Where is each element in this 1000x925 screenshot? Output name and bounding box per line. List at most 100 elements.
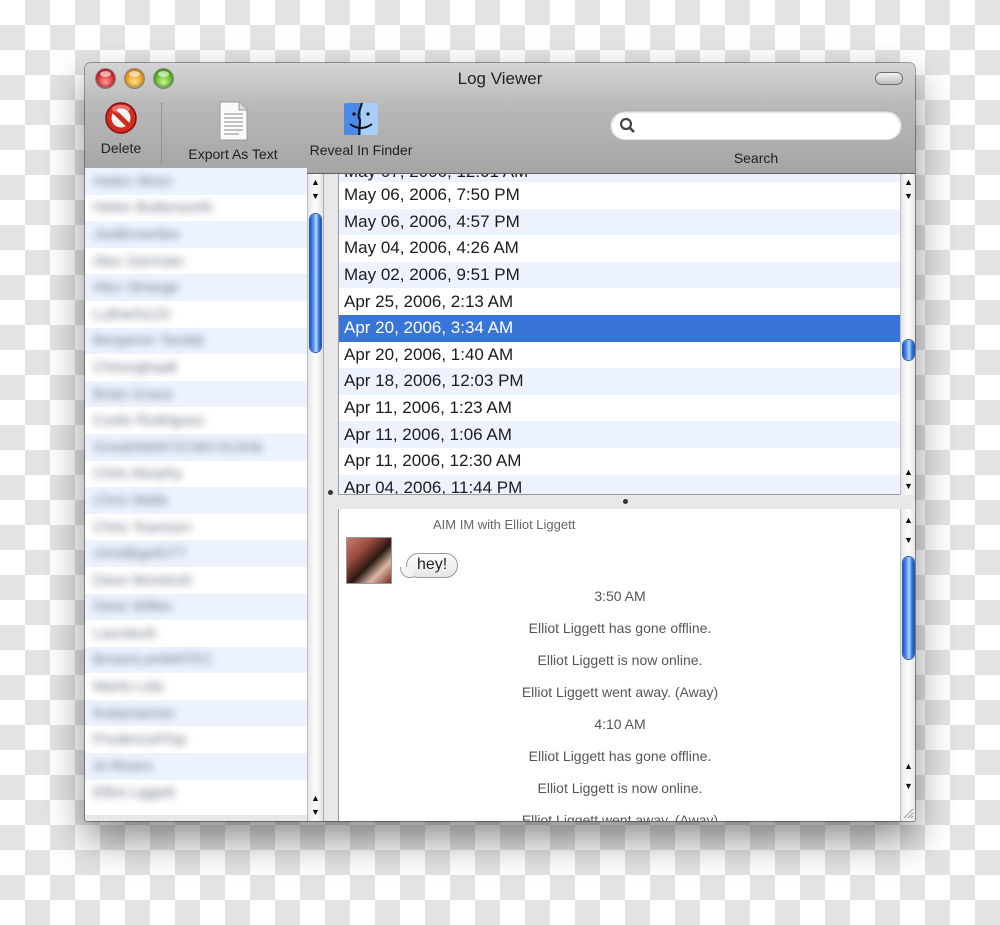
splitter-grip-icon (623, 499, 628, 504)
log-dates-scroll-thumb[interactable] (903, 340, 914, 360)
scroll-down-arrow-icon[interactable]: ▼ (308, 189, 323, 203)
delete-label: Delete (100, 140, 142, 156)
log-date-row[interactable]: Apr 18, 2006, 12:03 PM (339, 368, 901, 395)
contact-name: lindamanner (93, 704, 176, 722)
text-document-icon (219, 101, 248, 141)
sidebar-splitter[interactable] (323, 174, 338, 821)
contact-list-item[interactable]: Chrisoghaalt (85, 354, 307, 381)
scroll-up-arrow-icon[interactable]: ▲ (308, 791, 323, 805)
contact-name: Maria Lola (93, 678, 164, 696)
search-input[interactable] (642, 114, 896, 138)
scroll-down-arrow-icon[interactable]: ▼ (901, 189, 915, 203)
contact-name: Lauraturk (93, 624, 157, 642)
finder-icon (344, 102, 378, 136)
contact-list-item[interactable]: Dave Mcintosh (85, 567, 307, 594)
contacts-list[interactable]: Helen Wren Helen Butterworth JoeBrownlee Al… (85, 168, 307, 815)
scroll-up-arrow-icon[interactable]: ▲ (901, 465, 915, 479)
toolbar-toggle-button[interactable] (875, 72, 903, 85)
contact-list-item[interactable]: Alex Germain (85, 248, 307, 275)
scroll-up-arrow-icon[interactable]: ▲ (901, 175, 915, 189)
export-as-text-label: Export As Text (188, 146, 278, 162)
scroll-up-arrow-icon[interactable]: ▲ (901, 759, 915, 773)
contact-name: Curtis Rodriguez (93, 412, 205, 430)
log-date-row[interactable]: Apr 20, 2006, 1:40 AM (339, 342, 901, 369)
contact-list-item[interactable]: BrownLeeWATEC (85, 646, 307, 674)
export-as-text-button[interactable]: Export As Text (177, 100, 289, 162)
contact-list-item[interactable]: Dave Willes (85, 593, 307, 621)
contact-name: Elliot Liggett (93, 784, 175, 802)
log-date-row[interactable]: Apr 11, 2006, 1:06 AM (339, 421, 901, 448)
log-date-row[interactable]: Apr 04, 2006, 11:44 PM (339, 474, 901, 494)
contact-list-item[interactable]: Chris Walls (85, 487, 307, 514)
chat-status-line: Elliot Liggett went away. (Away) (521, 812, 719, 821)
contact-list-item[interactable]: GreatAMAFXCMCOLlimk (85, 433, 307, 461)
chat-status-line: Elliot Liggett went away. (Away) (521, 684, 719, 700)
message-bubble: hey! (399, 553, 459, 578)
contact-name: Chrisoghaalt (93, 358, 178, 376)
resize-grip-icon[interactable] (902, 807, 914, 819)
log-date-row[interactable]: May 02, 2006, 9:51 PM (339, 261, 901, 289)
scroll-up-arrow-icon[interactable]: ▲ (901, 513, 915, 527)
log-date-row-selected[interactable]: Apr 20, 2006, 3:34 AM (339, 314, 901, 342)
contact-list-item[interactable]: Benjamin Tandal (85, 327, 307, 355)
chat-status-line: Elliot Liggett has gone offline. (528, 620, 712, 636)
chat-scrollbar[interactable]: ▲ ▼ ▲ ▼ (900, 509, 915, 821)
log-date-row[interactable]: May 04, 2006, 4:26 AM (339, 235, 901, 262)
contact-name: Helen Wren (93, 172, 172, 190)
contact-list-item[interactable]: lindamanner (85, 699, 307, 727)
contact-list-item[interactable]: JoeBrownlee (85, 221, 307, 248)
contact-list-item[interactable]: Elliot Liggett (85, 780, 307, 807)
log-date-row[interactable]: Apr 25, 2006, 2:13 AM (339, 288, 901, 315)
search-field[interactable] (610, 110, 902, 140)
log-date-row[interactable]: May 07, 2006, 12:01 AM (339, 174, 901, 182)
delete-no-entry-icon (105, 102, 137, 134)
chat-transcript[interactable]: AIM IM with Elliot Liggett hey! 3:50 AM E… (338, 509, 901, 821)
window-title: Log Viewer (457, 69, 543, 88)
delete-button[interactable]: Delete (93, 100, 149, 156)
contact-name: Dave Mcintosh (93, 571, 193, 589)
contact-name: GreatAMAFXCMCOLlimk (93, 438, 264, 456)
chat-status-line: Elliot Liggett is now online. (537, 652, 703, 668)
scroll-down-arrow-icon[interactable]: ▼ (901, 479, 915, 493)
contact-name: Al Rivers (93, 757, 154, 775)
scroll-down-arrow-icon[interactable]: ▼ (901, 533, 915, 547)
contact-name: PrudenceFlop (93, 731, 187, 749)
scroll-up-arrow-icon[interactable]: ▲ (308, 175, 323, 189)
contact-list-item[interactable]: Helen Butterworth (85, 195, 307, 222)
log-date-row[interactable]: Apr 11, 2006, 12:30 AM (339, 448, 901, 475)
contacts-scrollbar[interactable]: ▲ ▼ ▲ ▼ (307, 174, 323, 821)
buddy-avatar (346, 537, 392, 584)
log-date-row[interactable]: Apr 11, 2006, 1:23 AM (339, 395, 901, 422)
splitter-grip-icon (328, 490, 333, 495)
contact-list-item[interactable]: Al Rivers (85, 753, 307, 780)
contact-list-item[interactable]: Chris Murphy (85, 461, 307, 488)
contact-list-item[interactable]: chrisBigelSTT (85, 540, 307, 567)
scroll-down-arrow-icon[interactable]: ▼ (308, 805, 323, 819)
content-splitter[interactable] (338, 495, 915, 509)
contact-name: chrisBigelSTT (93, 545, 187, 563)
contact-list-item[interactable]: Lauraturk (85, 620, 307, 647)
contact-list-item[interactable]: Maria Lola (85, 673, 307, 700)
contact-name: JoeBrownlee (93, 225, 180, 243)
contacts-scroll-thumb[interactable] (310, 214, 321, 352)
reveal-in-finder-button[interactable]: Reveal In Finder (301, 100, 421, 158)
search-label: Search (733, 150, 779, 166)
contact-list-item[interactable]: Alex Strange (85, 274, 307, 301)
contact-name: Chris Townsen (93, 518, 192, 536)
contact-name: Alex Strange (93, 279, 179, 297)
contact-name: Alex Germain (93, 252, 184, 270)
contact-list-item[interactable]: Helen Wren (85, 168, 307, 195)
chat-scroll-thumb[interactable] (903, 557, 914, 659)
contact-list-item[interactable]: Curtis Rodriguez (85, 407, 307, 434)
log-dates-list[interactable]: May 07, 2006, 12:01 AMMay 06, 2006, 7:50… (338, 174, 902, 495)
contact-list-item[interactable]: Brian Grace (85, 380, 307, 408)
chat-timestamp: 3:50 AM (594, 588, 646, 604)
log-dates-scrollbar[interactable]: ▲ ▼ ▲ ▼ (900, 174, 915, 495)
scroll-down-arrow-icon[interactable]: ▼ (901, 779, 915, 793)
contact-list-item[interactable]: PrudenceFlop (85, 726, 307, 753)
contact-list-item[interactable]: LuthieN123 (85, 301, 307, 328)
contact-list-item[interactable]: Chris Townsen (85, 514, 307, 541)
log-date-row[interactable]: May 06, 2006, 7:50 PM (339, 182, 901, 209)
log-date-row[interactable]: May 06, 2006, 4:57 PM (339, 208, 901, 236)
contact-name: Dave Willes (93, 598, 173, 616)
